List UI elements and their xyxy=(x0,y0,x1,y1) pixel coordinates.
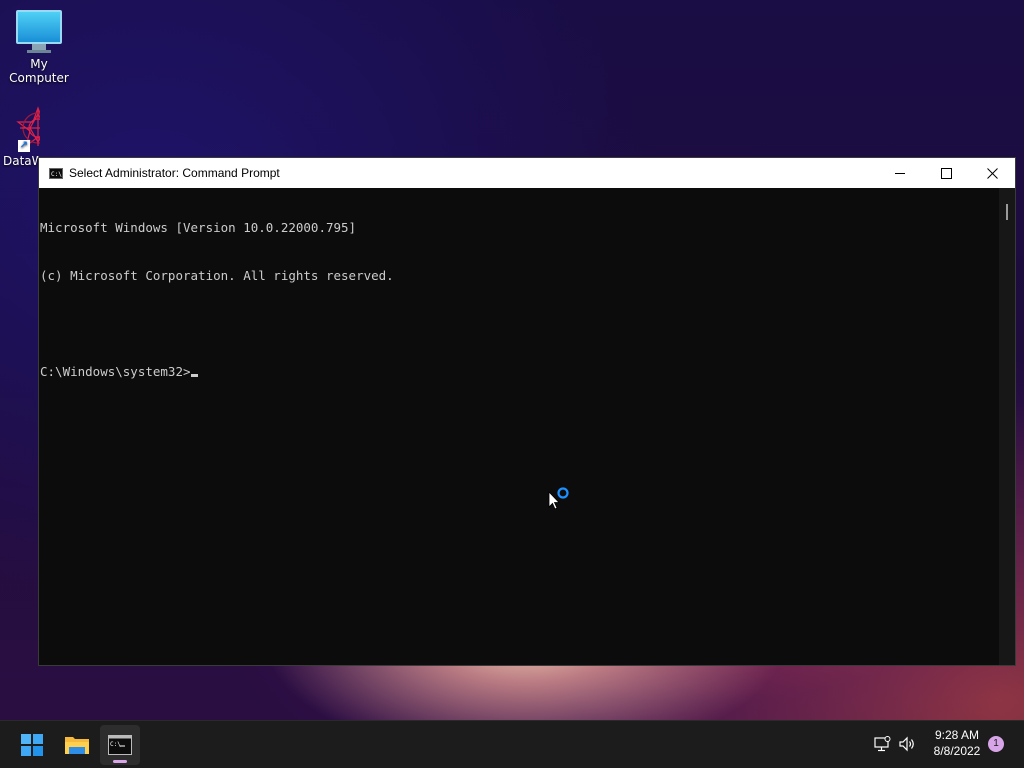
console-output[interactable]: Microsoft Windows [Version 10.0.22000.79… xyxy=(39,188,999,665)
monitor-icon xyxy=(0,10,78,53)
cmd-icon: C:\ xyxy=(49,167,63,179)
folder-icon xyxy=(65,737,89,754)
command-prompt-taskbar-button[interactable]: C:\ xyxy=(100,725,140,765)
desktop-icon-label: My Computer xyxy=(9,57,69,85)
close-icon xyxy=(986,167,998,179)
datawatch-logo-icon: ↗ xyxy=(16,106,40,152)
vertical-scrollbar[interactable] xyxy=(999,188,1015,665)
system-clock[interactable]: 9:28 AM 8/8/2022 xyxy=(922,727,992,759)
desktop-icon-my-computer[interactable]: My Computer xyxy=(0,10,78,85)
clock-time: 9:28 AM xyxy=(934,728,980,742)
close-button[interactable] xyxy=(969,158,1015,188)
desktop-icon-datawatch[interactable]: ↗ DataW xyxy=(0,106,40,168)
busy-pointer-icon xyxy=(548,487,569,510)
clock-date: 8/8/2022 xyxy=(933,744,981,758)
windows-logo-icon xyxy=(21,734,43,756)
active-app-indicator xyxy=(113,760,127,763)
maximize-button[interactable] xyxy=(923,158,969,188)
start-button[interactable] xyxy=(12,725,52,765)
svg-text:C:\: C:\ xyxy=(110,741,121,748)
window-title: Select Administrator: Command Prompt xyxy=(69,166,280,180)
console-prompt: C:\Windows\system32> xyxy=(40,364,191,379)
console-prompt-line: C:\Windows\system32> xyxy=(40,364,999,380)
scrollbar-thumb[interactable] xyxy=(1006,204,1008,220)
network-icon[interactable] xyxy=(873,735,891,753)
maximize-icon xyxy=(940,167,952,179)
volume-icon[interactable] xyxy=(898,735,916,753)
minimize-button[interactable] xyxy=(877,158,923,188)
console-line: (c) Microsoft Corporation. All rights re… xyxy=(40,268,394,283)
window-titlebar[interactable]: C:\ Select Administrator: Command Prompt xyxy=(39,158,1015,188)
console-line: Microsoft Windows [Version 10.0.22000.79… xyxy=(40,220,357,235)
minimize-icon xyxy=(895,172,905,174)
shortcut-arrow-icon: ↗ xyxy=(18,140,30,152)
file-explorer-button[interactable] xyxy=(57,725,97,765)
taskbar: C:\ xyxy=(0,720,1024,768)
text-caret xyxy=(190,374,198,377)
cmd-icon: C:\ xyxy=(108,735,132,755)
command-prompt-window[interactable]: C:\ Select Administrator: Command Prompt… xyxy=(38,157,1016,666)
desktop-icon-label: DataW xyxy=(3,154,40,168)
notification-badge[interactable]: 1 xyxy=(988,736,1004,752)
